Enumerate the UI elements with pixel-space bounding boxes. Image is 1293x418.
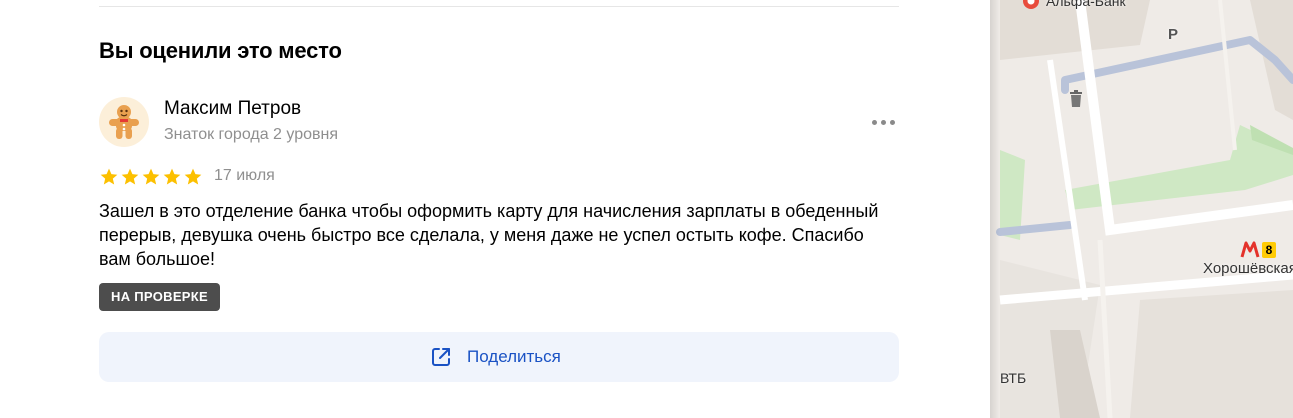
author-name[interactable]: Максим Петров (164, 98, 301, 120)
map-shadow-edge (990, 0, 1000, 418)
avatar[interactable] (99, 97, 149, 147)
review-date: 17 июля (214, 167, 275, 184)
metro-line-badge: 8 (1262, 242, 1276, 258)
review-text: Зашел в это отделение банка чтобы оформи… (99, 201, 879, 269)
author-level: Знаток города 2 уровня (164, 126, 339, 143)
section-title: Вы оценили это место (99, 38, 342, 63)
star-icon (142, 168, 160, 185)
trash-bin-icon[interactable] (1069, 90, 1083, 108)
share-button[interactable]: Поделиться (99, 332, 899, 382)
status-badge: НА ПРОВЕРКЕ (99, 283, 220, 311)
gingerbread-man-icon (109, 105, 139, 139)
star-icon (163, 168, 181, 185)
share-label: Поделиться (467, 347, 561, 366)
external-share-icon (432, 348, 450, 366)
review-panel: Вы оценили это место Максим Петров Знато… (0, 0, 990, 418)
more-dots-icon (872, 120, 877, 125)
map-label-metro-station[interactable]: Хорошёвская (1203, 260, 1293, 277)
divider (99, 6, 899, 7)
star-icon (184, 168, 202, 185)
more-dots-icon-dot (890, 120, 895, 125)
map-canvas (990, 0, 1293, 418)
parking-icon[interactable]: Р (1168, 26, 1178, 43)
more-dots-icon-dot (881, 120, 886, 125)
map-label-bank-bottom[interactable]: ВТБ (1000, 370, 1026, 386)
more-options-button[interactable] (868, 112, 900, 132)
map-view[interactable]: Альфа-Банк Р 8 Хорошёвская ВТБ (990, 0, 1293, 418)
metro-m-icon[interactable] (1240, 241, 1260, 259)
map-label-bank-top[interactable]: Альфа-Банк (1046, 0, 1126, 9)
rating-stars (99, 167, 203, 187)
bank-pin-icon[interactable] (1022, 0, 1040, 10)
star-icon (121, 168, 139, 185)
star-icon (100, 168, 118, 185)
